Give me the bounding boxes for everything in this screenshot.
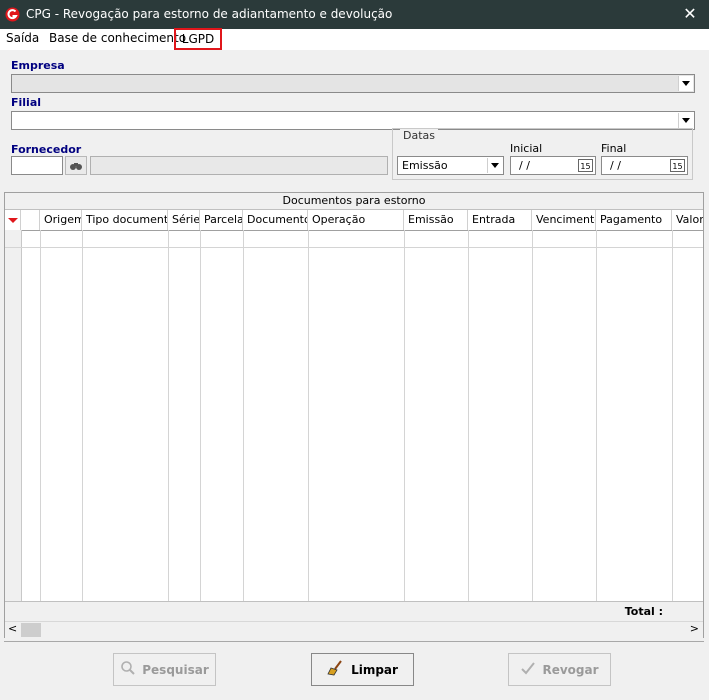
search-icon: [120, 660, 136, 679]
grid-header: Origem Tipo documento Série Parcela Docu…: [5, 210, 703, 231]
revogar-button[interactable]: Revogar: [508, 653, 611, 686]
column-divider: [672, 230, 673, 602]
column-divider: [308, 230, 309, 602]
scroll-left-icon[interactable]: <: [8, 622, 17, 635]
datas-type-value: Emissão: [402, 159, 448, 172]
total-label: Total :: [624, 605, 663, 618]
column-divider: [468, 230, 469, 602]
datas-label: Datas: [400, 129, 438, 142]
column-header-tipo-documento[interactable]: Tipo documento: [82, 210, 168, 230]
inicial-label: Inicial: [510, 142, 543, 155]
chevron-down-icon[interactable]: [678, 113, 693, 128]
menu-base-de-conhecimento[interactable]: Base de conhecimento: [49, 31, 186, 45]
filial-label: Filial: [11, 96, 42, 109]
limpar-label: Limpar: [351, 662, 398, 677]
fornecedor-name-field: [90, 156, 388, 175]
window-title: CPG - Revogação para estorno de adiantam…: [26, 7, 393, 21]
column-divider: [200, 230, 201, 602]
documents-grid[interactable]: [4, 192, 704, 638]
inicial-date-value: / /: [519, 159, 530, 172]
empresa-label: Empresa: [11, 59, 65, 72]
final-date-value: / /: [610, 159, 621, 172]
grid-total-bar: Total :: [5, 601, 703, 622]
column-header-origem[interactable]: Origem: [40, 210, 82, 230]
column-header-vencimento[interactable]: Vencimento: [532, 210, 596, 230]
column-divider: [40, 230, 41, 602]
pesquisar-button[interactable]: Pesquisar: [113, 653, 216, 686]
column-header-valor[interactable]: Valor: [672, 210, 703, 230]
limpar-button[interactable]: Limpar: [311, 653, 414, 686]
checkmark-icon: [520, 660, 536, 679]
fornecedor-label: Fornecedor: [11, 143, 82, 156]
datas-type-select[interactable]: Emissão: [397, 156, 504, 175]
final-label: Final: [601, 142, 627, 155]
final-date-input[interactable]: / / 15: [601, 156, 688, 175]
column-header-serie[interactable]: Série: [168, 210, 200, 230]
column-divider: [82, 230, 83, 602]
inicial-date-input[interactable]: / / 15: [510, 156, 596, 175]
fornecedor-code-input[interactable]: [11, 156, 63, 175]
menu-bar: Saída Base de conhecimento LGPD: [0, 28, 709, 50]
column-header-documento[interactable]: Documento: [243, 210, 308, 230]
button-bar-divider: [4, 641, 704, 642]
chevron-down-icon[interactable]: [678, 76, 693, 91]
grid-selector-column: [21, 210, 40, 230]
pesquisar-label: Pesquisar: [142, 662, 209, 677]
column-header-emissao[interactable]: Emissão: [404, 210, 468, 230]
app-logo-icon: [5, 7, 20, 22]
column-divider: [532, 230, 533, 602]
calendar-icon[interactable]: 15: [670, 159, 685, 172]
scroll-thumb[interactable]: [21, 623, 41, 637]
column-divider: [596, 230, 597, 602]
horizontal-scrollbar[interactable]: < >: [5, 621, 703, 638]
column-header-entrada[interactable]: Entrada: [468, 210, 532, 230]
row-indicator-gutter: [5, 230, 22, 602]
sort-indicator-icon[interactable]: [5, 210, 21, 230]
menu-saida[interactable]: Saída: [6, 31, 39, 45]
column-divider: [243, 230, 244, 602]
column-header-pagamento[interactable]: Pagamento: [596, 210, 672, 230]
close-icon[interactable]: ✕: [678, 3, 702, 25]
menu-lgpd[interactable]: LGPD: [174, 28, 222, 50]
chevron-down-icon[interactable]: [487, 158, 502, 173]
column-divider: [404, 230, 405, 602]
column-header-operacao[interactable]: Operação: [308, 210, 404, 230]
empresa-combo[interactable]: [11, 74, 695, 93]
calendar-icon[interactable]: 15: [578, 159, 593, 172]
revogar-label: Revogar: [542, 662, 599, 677]
table-row[interactable]: [5, 247, 703, 248]
binoculars-search-icon[interactable]: [65, 156, 87, 175]
title-bar: CPG - Revogação para estorno de adiantam…: [0, 0, 709, 29]
scroll-right-icon[interactable]: >: [690, 622, 699, 635]
grid-caption: Documentos para estorno: [5, 193, 703, 210]
broom-icon: [327, 660, 345, 679]
column-header-parcela[interactable]: Parcela: [200, 210, 243, 230]
column-divider: [168, 230, 169, 602]
